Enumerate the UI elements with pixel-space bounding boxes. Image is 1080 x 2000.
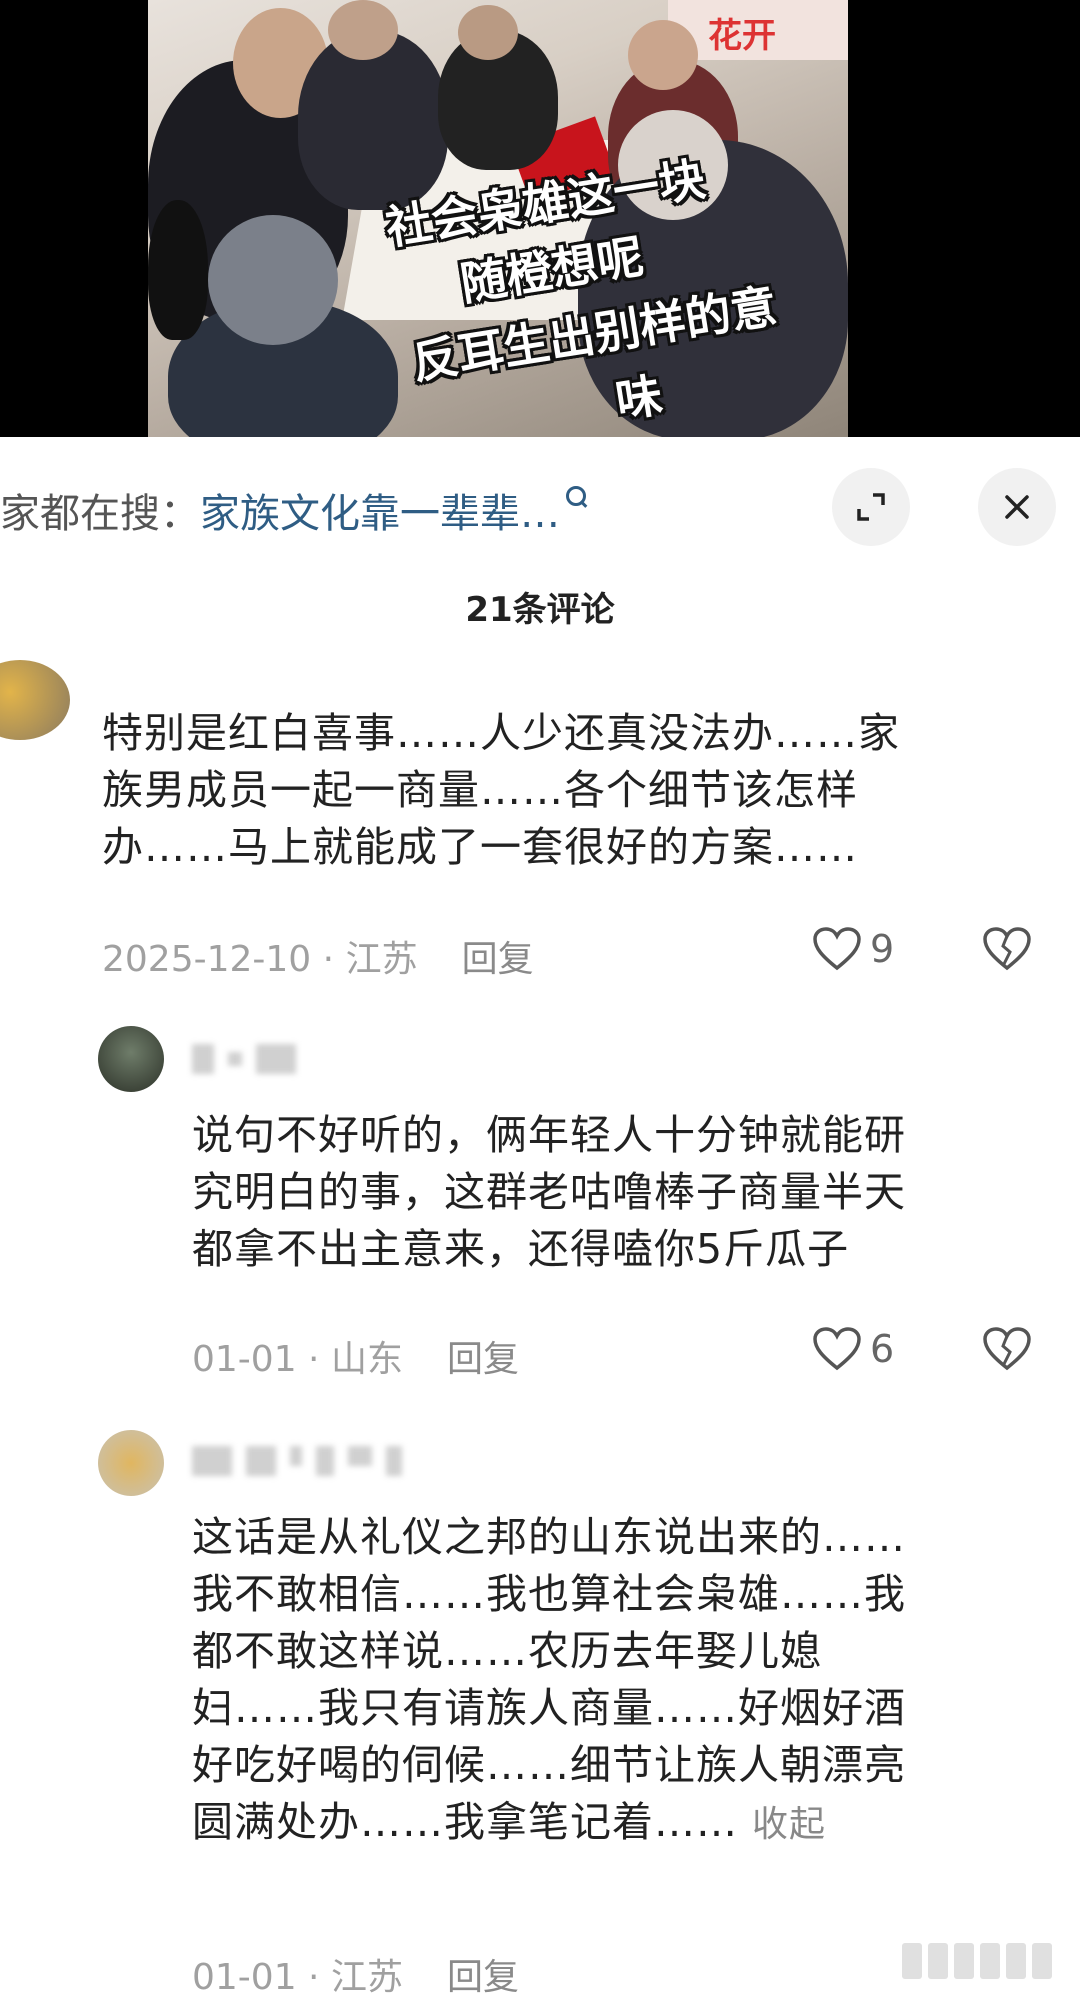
search-suggestion-bar[interactable]: 家都在搜： 家族文化靠一辈辈… [0, 470, 760, 550]
username-blurred [192, 1446, 402, 1476]
comment-date: 01-01 [192, 1957, 297, 1998]
comment-region: 江苏 [345, 939, 418, 980]
comment-line-text: 圆满处办……我拿笔记着…… [192, 1798, 738, 1846]
heart-icon [813, 1327, 861, 1371]
like-button[interactable]: 9 [812, 926, 894, 972]
search-icon [566, 486, 586, 506]
reply-button[interactable]: 回复 [447, 1339, 519, 1380]
reply-button[interactable]: 回复 [447, 1957, 519, 1998]
expand-button[interactable] [832, 468, 910, 546]
comment-body: 说句不好听的，俩年轻人十分钟就能研 究明白的事，这群老咕噜棒子商量半天 都拿不出… [192, 1107, 1072, 1278]
comment-meta: 2025-12-10 · 江苏 回复 [102, 939, 534, 980]
broken-heart-icon [983, 927, 1031, 971]
comment-line: 都拿不出主意来，还得嗑你5斤瓜子 [192, 1225, 850, 1273]
avatar[interactable] [0, 660, 70, 740]
search-suggestion-prefix: 家都在搜： [0, 491, 200, 537]
comment-line: 究明白的事，这群老咕噜棒子商量半天 [192, 1168, 906, 1216]
comment-meta: 01-01 · 山东 回复 [192, 1339, 519, 1380]
comment-line: 说句不好听的，俩年轻人十分钟就能研 [192, 1111, 906, 1159]
close-button[interactable] [978, 468, 1056, 546]
comment-line: 圆满处办……我拿笔记着…… 收起 [192, 1794, 1072, 1853]
comment-line: 都不敢这样说……农历去年娶儿媳 [192, 1627, 822, 1675]
avatar[interactable] [98, 1430, 164, 1496]
comment-region: 山东 [330, 1339, 403, 1380]
heart-icon [813, 927, 861, 971]
close-icon [1005, 495, 1029, 519]
like-button[interactable]: 6 [812, 1326, 894, 1372]
caption-line-4: 味 [612, 367, 666, 429]
comment-body: 特别是红白喜事……人少还真没法办……家 族男成员一起一商量……各个细节该怎样 办… [102, 705, 1062, 876]
comment-count-header: 21条评论 [465, 590, 615, 630]
comment-line: 族男成员一起一商量……各个细节该怎样 [102, 766, 858, 814]
comment-date: 2025-12-10 [102, 939, 312, 980]
avatar[interactable] [98, 1026, 164, 1092]
like-count: 9 [870, 927, 895, 971]
comment-body: 这话是从礼仪之邦的山东说出来的…… 我不敢相信……我也算社会枭雄……我 都不敢这… [192, 1509, 1072, 1853]
broken-heart-icon [983, 1327, 1031, 1371]
reply-button[interactable]: 回复 [462, 939, 534, 980]
watermark [902, 1943, 1052, 1979]
comment-date: 01-01 [192, 1339, 297, 1380]
dislike-button[interactable] [982, 926, 1032, 972]
expand-icon [857, 493, 885, 521]
video-player[interactable]: 花开 社会枭雄这一块 随橙想呢 反耳生出别样的意 味 [0, 0, 1080, 437]
comment-meta: 01-01 · 江苏 回复 [192, 1957, 519, 1998]
like-count: 6 [870, 1327, 895, 1371]
comment-line: 好吃好喝的伺候……细节让族人朝漂亮 [192, 1741, 906, 1789]
video-frame: 花开 社会枭雄这一块 随橙想呢 反耳生出别样的意 味 [148, 0, 848, 437]
comment-line: 办……马上就能成了一套很好的方案…… [102, 823, 858, 871]
username-blurred [192, 1044, 296, 1074]
dislike-button[interactable] [982, 1326, 1032, 1372]
comment-line: 妇……我只有请族人商量……好烟好酒 [192, 1684, 906, 1732]
comment-region: 江苏 [330, 1957, 403, 1998]
search-suggestion-link[interactable]: 家族文化靠一辈辈… [200, 481, 560, 539]
video-caption: 社会枭雄这一块 随橙想呢 反耳生出别样的意 味 [148, 0, 848, 437]
collapse-link[interactable]: 收起 [752, 1804, 826, 1845]
comment-line: 我不敢相信……我也算社会枭雄……我 [192, 1570, 906, 1618]
comment-line: 特别是红白喜事……人少还真没法办……家 [102, 709, 900, 757]
comment-line: 这话是从礼仪之邦的山东说出来的…… [192, 1513, 906, 1561]
